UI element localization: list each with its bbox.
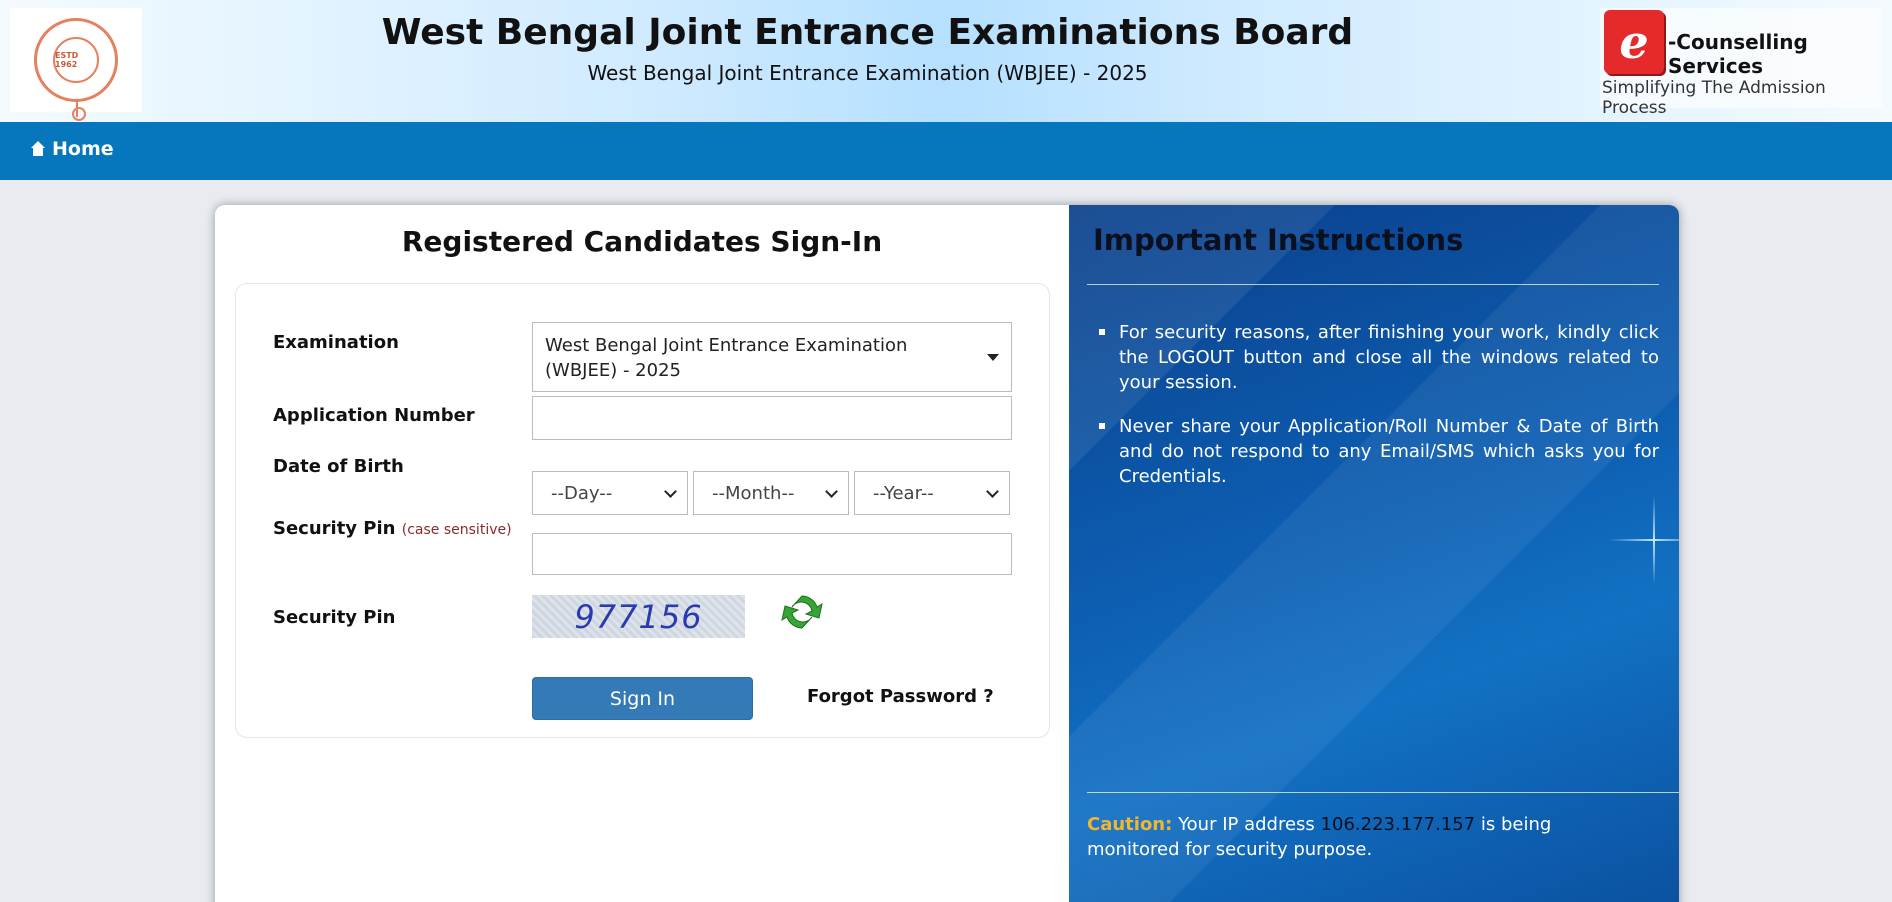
refresh-captcha-icon[interactable]: [780, 590, 824, 634]
list-item: For security reasons, after finishing yo…: [1099, 322, 1659, 393]
dob-day-select[interactable]: --Day--: [532, 471, 688, 515]
list-item: Never share your Application/Roll Number…: [1099, 416, 1659, 487]
divider: [1087, 284, 1659, 285]
nav-home-label: Home: [52, 138, 114, 160]
e-counselling-logo: e -Counselling Services Simplifying The …: [1600, 8, 1882, 118]
caret-down-icon: [987, 354, 999, 361]
dob-year-value: --Year--: [873, 482, 934, 504]
signin-form: Examination West Bengal Joint Entrance E…: [235, 283, 1050, 738]
instructions-title: Important Instructions: [1093, 223, 1464, 257]
instructions-pane: Important Instructions For security reas…: [1069, 205, 1679, 902]
instructions-list: For security reasons, after finishing yo…: [1099, 320, 1659, 508]
caution-label: Caution:: [1087, 814, 1173, 835]
chevron-down-icon: [825, 485, 838, 498]
caution-text-pre: Your IP address: [1178, 814, 1315, 835]
signin-title: Registered Candidates Sign-In: [401, 225, 883, 258]
chevron-down-icon: [664, 485, 677, 498]
page-header: ESTD 1962 West Bengal Joint Entrance Exa…: [0, 0, 1892, 122]
e-counselling-tagline: Simplifying The Admission Process: [1602, 78, 1826, 118]
case-sensitive-note: (case sensitive): [401, 522, 512, 538]
examination-selected-value: West Bengal Joint Entrance Examination (…: [545, 335, 908, 381]
page-title: West Bengal Joint Entrance Examinations …: [381, 12, 1354, 53]
divider: [1087, 792, 1679, 793]
captcha-image: 977156: [532, 595, 745, 638]
application-number-input[interactable]: [532, 396, 1012, 440]
dob-day-value: --Day--: [551, 482, 613, 504]
nav-home-link[interactable]: Home: [30, 138, 114, 160]
examination-select[interactable]: West Bengal Joint Entrance Examination (…: [532, 322, 1012, 392]
page-subtitle: West Bengal Joint Entrance Examination (…: [587, 61, 1148, 85]
signin-button[interactable]: Sign In: [532, 677, 753, 720]
examination-label: Examination: [273, 332, 399, 353]
ip-address: 106.223.177.157: [1320, 814, 1476, 835]
dob-month-select[interactable]: --Month--: [693, 471, 849, 515]
dob-year-select[interactable]: --Year--: [854, 471, 1010, 515]
forgot-password-link[interactable]: Forgot Password ?: [807, 686, 994, 707]
dob-month-value: --Month--: [712, 482, 795, 504]
dob-label: Date of Birth: [273, 456, 404, 477]
sparkle-decoration: [1609, 495, 1679, 585]
security-pin-label-text: Security Pin: [273, 518, 396, 539]
e-counselling-name: -Counselling Services: [1668, 30, 1808, 78]
caution-notice: Caution: Your IP address 106.223.177.157…: [1087, 812, 1647, 862]
security-pin-label: Security Pin (case sensitive): [273, 518, 512, 539]
captcha-label: Security Pin: [273, 607, 396, 628]
security-pin-input[interactable]: [532, 533, 1012, 575]
signin-card: Registered Candidates Sign-In Examinatio…: [215, 205, 1679, 902]
chevron-down-icon: [986, 485, 999, 498]
application-number-label: Application Number: [273, 405, 475, 426]
e-counselling-icon: e: [1604, 10, 1664, 74]
nav-bar: Home: [0, 122, 1892, 180]
signin-pane: Registered Candidates Sign-In Examinatio…: [215, 205, 1069, 902]
home-icon: [30, 141, 46, 157]
